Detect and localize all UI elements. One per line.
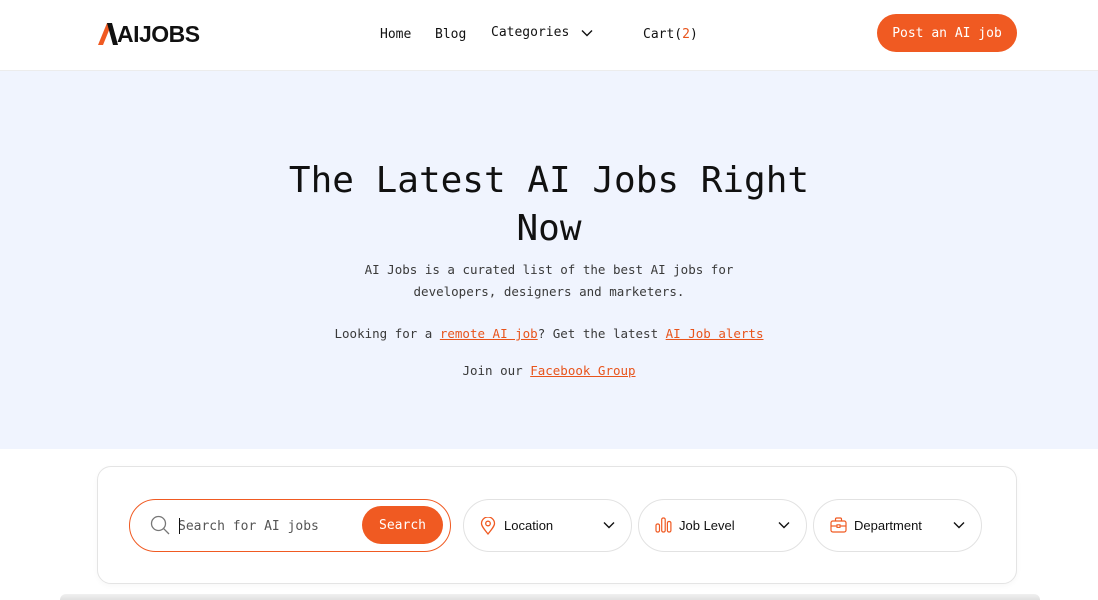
nav-cart-link[interactable]: Cart(2) — [643, 27, 698, 42]
nav-blog-link[interactable]: Blog — [435, 27, 466, 42]
bar-chart-icon — [655, 517, 672, 533]
logo-mark-icon — [98, 23, 118, 45]
ai-job-alerts-link[interactable]: AI Job alerts — [666, 326, 764, 341]
hero-title: The Latest AI Jobs Right Now — [288, 160, 810, 249]
job-level-filter[interactable]: Job Level — [638, 499, 807, 552]
location-pin-icon — [480, 517, 496, 535]
next-section-edge — [60, 594, 1040, 600]
facebook-line: Join our Facebook Group — [0, 363, 1098, 378]
location-filter[interactable]: Location — [463, 499, 632, 552]
chevron-down-icon — [603, 522, 615, 529]
search-input[interactable] — [178, 514, 358, 538]
logo[interactable]: AIJOBS — [98, 22, 200, 46]
remote-line-middle: ? Get the latest — [537, 326, 666, 341]
remote-line-prefix: Looking for a — [334, 326, 440, 341]
search-box: Search — [129, 499, 451, 552]
cart-count-badge: 2 — [682, 27, 690, 42]
site-header: AIJOBS Home Blog Categories Cart(2) Post… — [0, 0, 1098, 71]
chevron-down-icon — [778, 522, 790, 529]
cart-label: Cart( — [643, 27, 683, 42]
hero-subtitle: AI Jobs is a curated list of the best AI… — [364, 262, 734, 299]
department-filter-label: Department — [854, 518, 922, 533]
search-panel: Search Location Job Level Department — [97, 466, 1017, 584]
facebook-group-link[interactable]: Facebook Group — [530, 363, 635, 378]
chevron-down-icon — [581, 29, 593, 36]
job-level-filter-label: Job Level — [679, 518, 735, 533]
remote-ai-job-link[interactable]: remote AI job — [440, 326, 538, 341]
nav-categories-dropdown[interactable]: Categories — [491, 25, 593, 40]
text-caret — [179, 518, 180, 534]
remote-alerts-line: Looking for a remote AI job? Get the lat… — [0, 326, 1098, 341]
search-icon — [150, 515, 170, 535]
hero-section: The Latest AI Jobs Right Now AI Jobs is … — [0, 71, 1098, 449]
nav-categories-label: Categories — [491, 25, 570, 40]
department-filter[interactable]: Department — [813, 499, 982, 552]
chevron-down-icon — [953, 522, 965, 529]
logo-text: AIJOBS — [117, 21, 200, 47]
search-button[interactable]: Search — [362, 506, 443, 544]
location-filter-label: Location — [504, 518, 554, 533]
cart-label-close: ) — [689, 27, 698, 42]
facebook-line-prefix: Join our — [462, 363, 531, 378]
briefcase-icon — [830, 517, 847, 533]
nav-home-link[interactable]: Home — [380, 27, 411, 42]
post-job-button[interactable]: Post an AI job — [877, 14, 1017, 52]
